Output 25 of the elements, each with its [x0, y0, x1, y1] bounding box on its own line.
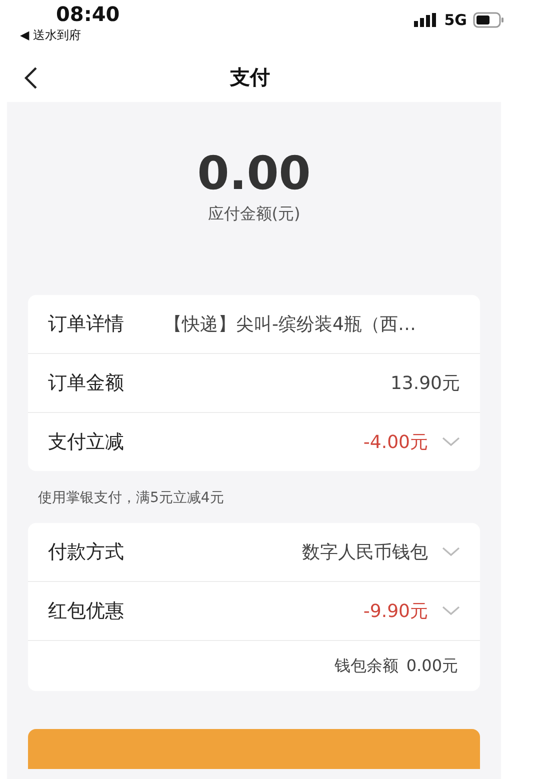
balance-label: 钱包余额: [334, 656, 398, 676]
chevron-down-icon: [442, 606, 460, 616]
network-type: 5G: [444, 11, 467, 29]
chevron-down-icon: [442, 437, 460, 447]
chevron-down-icon: [442, 547, 460, 557]
row-label: 订单详情: [48, 312, 124, 337]
balance-value: 0.00元: [406, 656, 458, 676]
page-title: 支付: [230, 64, 270, 90]
row-value[interactable]: -4.00元: [363, 430, 428, 454]
row-value[interactable]: -9.90元: [363, 599, 428, 623]
row-label: 支付立减: [48, 430, 124, 455]
back-to-app-link[interactable]: ◀ 送水到府: [20, 27, 120, 44]
row-value[interactable]: 数字人民币钱包: [302, 540, 428, 564]
row-value: 【快递】尖叫-缤纷装4瓶（西…: [164, 313, 416, 336]
battery-icon: [473, 12, 505, 28]
signal-icon: [414, 13, 438, 27]
amount-value: 0.00: [197, 146, 311, 200]
row-label: 付款方式: [48, 540, 124, 565]
row-value: 13.90元: [390, 372, 460, 395]
amount-label: 应付金额(元): [208, 204, 300, 225]
promo-note: 使用掌银支付，满5元立减4元: [38, 489, 225, 507]
back-icon[interactable]: [24, 67, 38, 89]
row-label: 订单金额: [48, 371, 124, 396]
status-time: 08:40: [56, 2, 120, 26]
row-label: 红包优惠: [48, 599, 124, 624]
